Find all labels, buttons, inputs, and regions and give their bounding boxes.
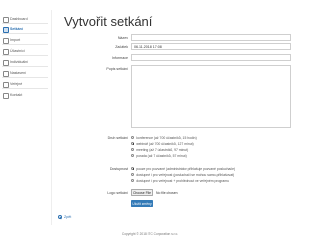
nav-divider — [2, 44, 48, 45]
radio-button[interactable] — [131, 153, 135, 158]
start-datetime-input[interactable]: 06.11.2018 17:08 — [131, 43, 291, 50]
type-option-briefing[interactable]: porada (až 7 účastníků, 57 minut) — [131, 153, 187, 158]
import-icon — [2, 37, 9, 44]
sidebar-item-label: Účastníci — [10, 48, 25, 53]
footer-copyright: Copyright © 2018 ITC Corporation s.r.o. — [121, 232, 179, 236]
sidebar-item-label: Veřejné — [10, 81, 23, 86]
radio-label: pouze pro pozvané (administrátor přihlaš… — [136, 166, 236, 171]
radio-label: dostupné i pro veřejnost (posluchači se … — [136, 172, 235, 177]
sidebar-item-label: Individuální — [10, 59, 29, 64]
logo-label: Logo setkání — [107, 191, 128, 195]
radio-button[interactable] — [131, 141, 135, 146]
sidebar-item-settings[interactable]: Nastavení — [2, 68, 49, 77]
gear-icon — [2, 70, 9, 77]
file-status: No file chosen — [156, 191, 178, 195]
nav-divider — [2, 66, 48, 67]
users-icon — [2, 48, 9, 55]
sidebar-item-public[interactable]: Veřejné — [2, 79, 49, 88]
sidebar-item-dashboard[interactable]: Dashboard — [2, 14, 49, 23]
page-title: Vytvořit setkání — [64, 14, 153, 29]
nav-divider — [2, 55, 48, 56]
type-option-webinar[interactable]: webinář (až 700 účastníků, 127 minut) — [131, 141, 194, 146]
type-option-meeting[interactable]: meeting (až 7 účastníků, 97 minut) — [131, 147, 188, 152]
description-label: Popis setkání — [106, 67, 128, 71]
sidebar-item-label: Kontakt — [10, 92, 23, 97]
globe-icon — [2, 81, 9, 88]
info-label: Informace — [112, 56, 128, 60]
access-option-public-listed[interactable]: dostupné i pro veřejnost + prohlédnout v… — [131, 178, 229, 183]
sidebar-item-label: Setkání — [10, 26, 23, 31]
sidebar-item-label: Nastavení — [10, 70, 27, 75]
user-icon — [2, 59, 9, 66]
nav-divider — [2, 77, 48, 78]
sidebar-item-meetings[interactable]: Setkání — [2, 24, 49, 33]
type-label: Druh setkání — [107, 136, 128, 140]
sidebar-item-individual[interactable]: Individuální — [2, 57, 49, 66]
arrow-left-circle-icon — [58, 215, 62, 219]
radio-button[interactable] — [131, 166, 135, 171]
radio-label: webinář (až 700 účastníků, 127 minut) — [136, 141, 194, 146]
back-link[interactable]: Zpět — [58, 215, 71, 219]
radio-label: konference (až 700 účastníků, 15 hodin) — [136, 135, 197, 140]
start-label: Začátek — [115, 45, 128, 49]
nav-divider — [2, 33, 48, 34]
radio-button[interactable] — [131, 147, 135, 152]
name-input[interactable] — [131, 34, 291, 41]
description-textarea[interactable] — [131, 65, 291, 128]
sidebar-item-import[interactable]: Import — [2, 35, 49, 44]
mail-icon — [2, 92, 9, 99]
dashboard-icon — [2, 16, 9, 23]
nav-divider — [2, 88, 48, 89]
sidebar-item-label: Dashboard — [10, 16, 28, 21]
name-label: Název — [117, 36, 128, 40]
radio-label: dostupné i pro veřejnost + prohlédnout v… — [136, 178, 230, 183]
sidebar-item-label: Import — [10, 37, 21, 42]
radio-button[interactable] — [131, 135, 135, 140]
sidebar-item-participants[interactable]: Účastníci — [2, 46, 49, 55]
save-button[interactable]: Uložit změny — [131, 200, 153, 207]
sidebar-divider — [51, 10, 52, 225]
radio-button[interactable] — [131, 172, 135, 177]
sidebar-item-contact[interactable]: Kontakt — [2, 90, 49, 99]
radio-button[interactable] — [131, 178, 135, 183]
access-option-public[interactable]: dostupné i pro veřejnost (posluchači se … — [131, 172, 234, 177]
radio-label: porada (až 7 účastníků, 57 minut) — [136, 153, 187, 158]
info-input[interactable] — [131, 54, 291, 61]
choose-file-button[interactable]: Choose File — [131, 189, 153, 196]
calendar-icon — [2, 26, 9, 33]
access-option-invited[interactable]: pouze pro pozvané (administrátor přihlaš… — [131, 166, 235, 171]
back-label: Zpět — [64, 215, 72, 219]
access-label: Dostupnost — [109, 167, 128, 171]
type-option-conference[interactable]: konference (až 700 účastníků, 15 hodin) — [131, 135, 197, 140]
radio-label: meeting (až 7 účastníků, 97 minut) — [136, 147, 189, 152]
